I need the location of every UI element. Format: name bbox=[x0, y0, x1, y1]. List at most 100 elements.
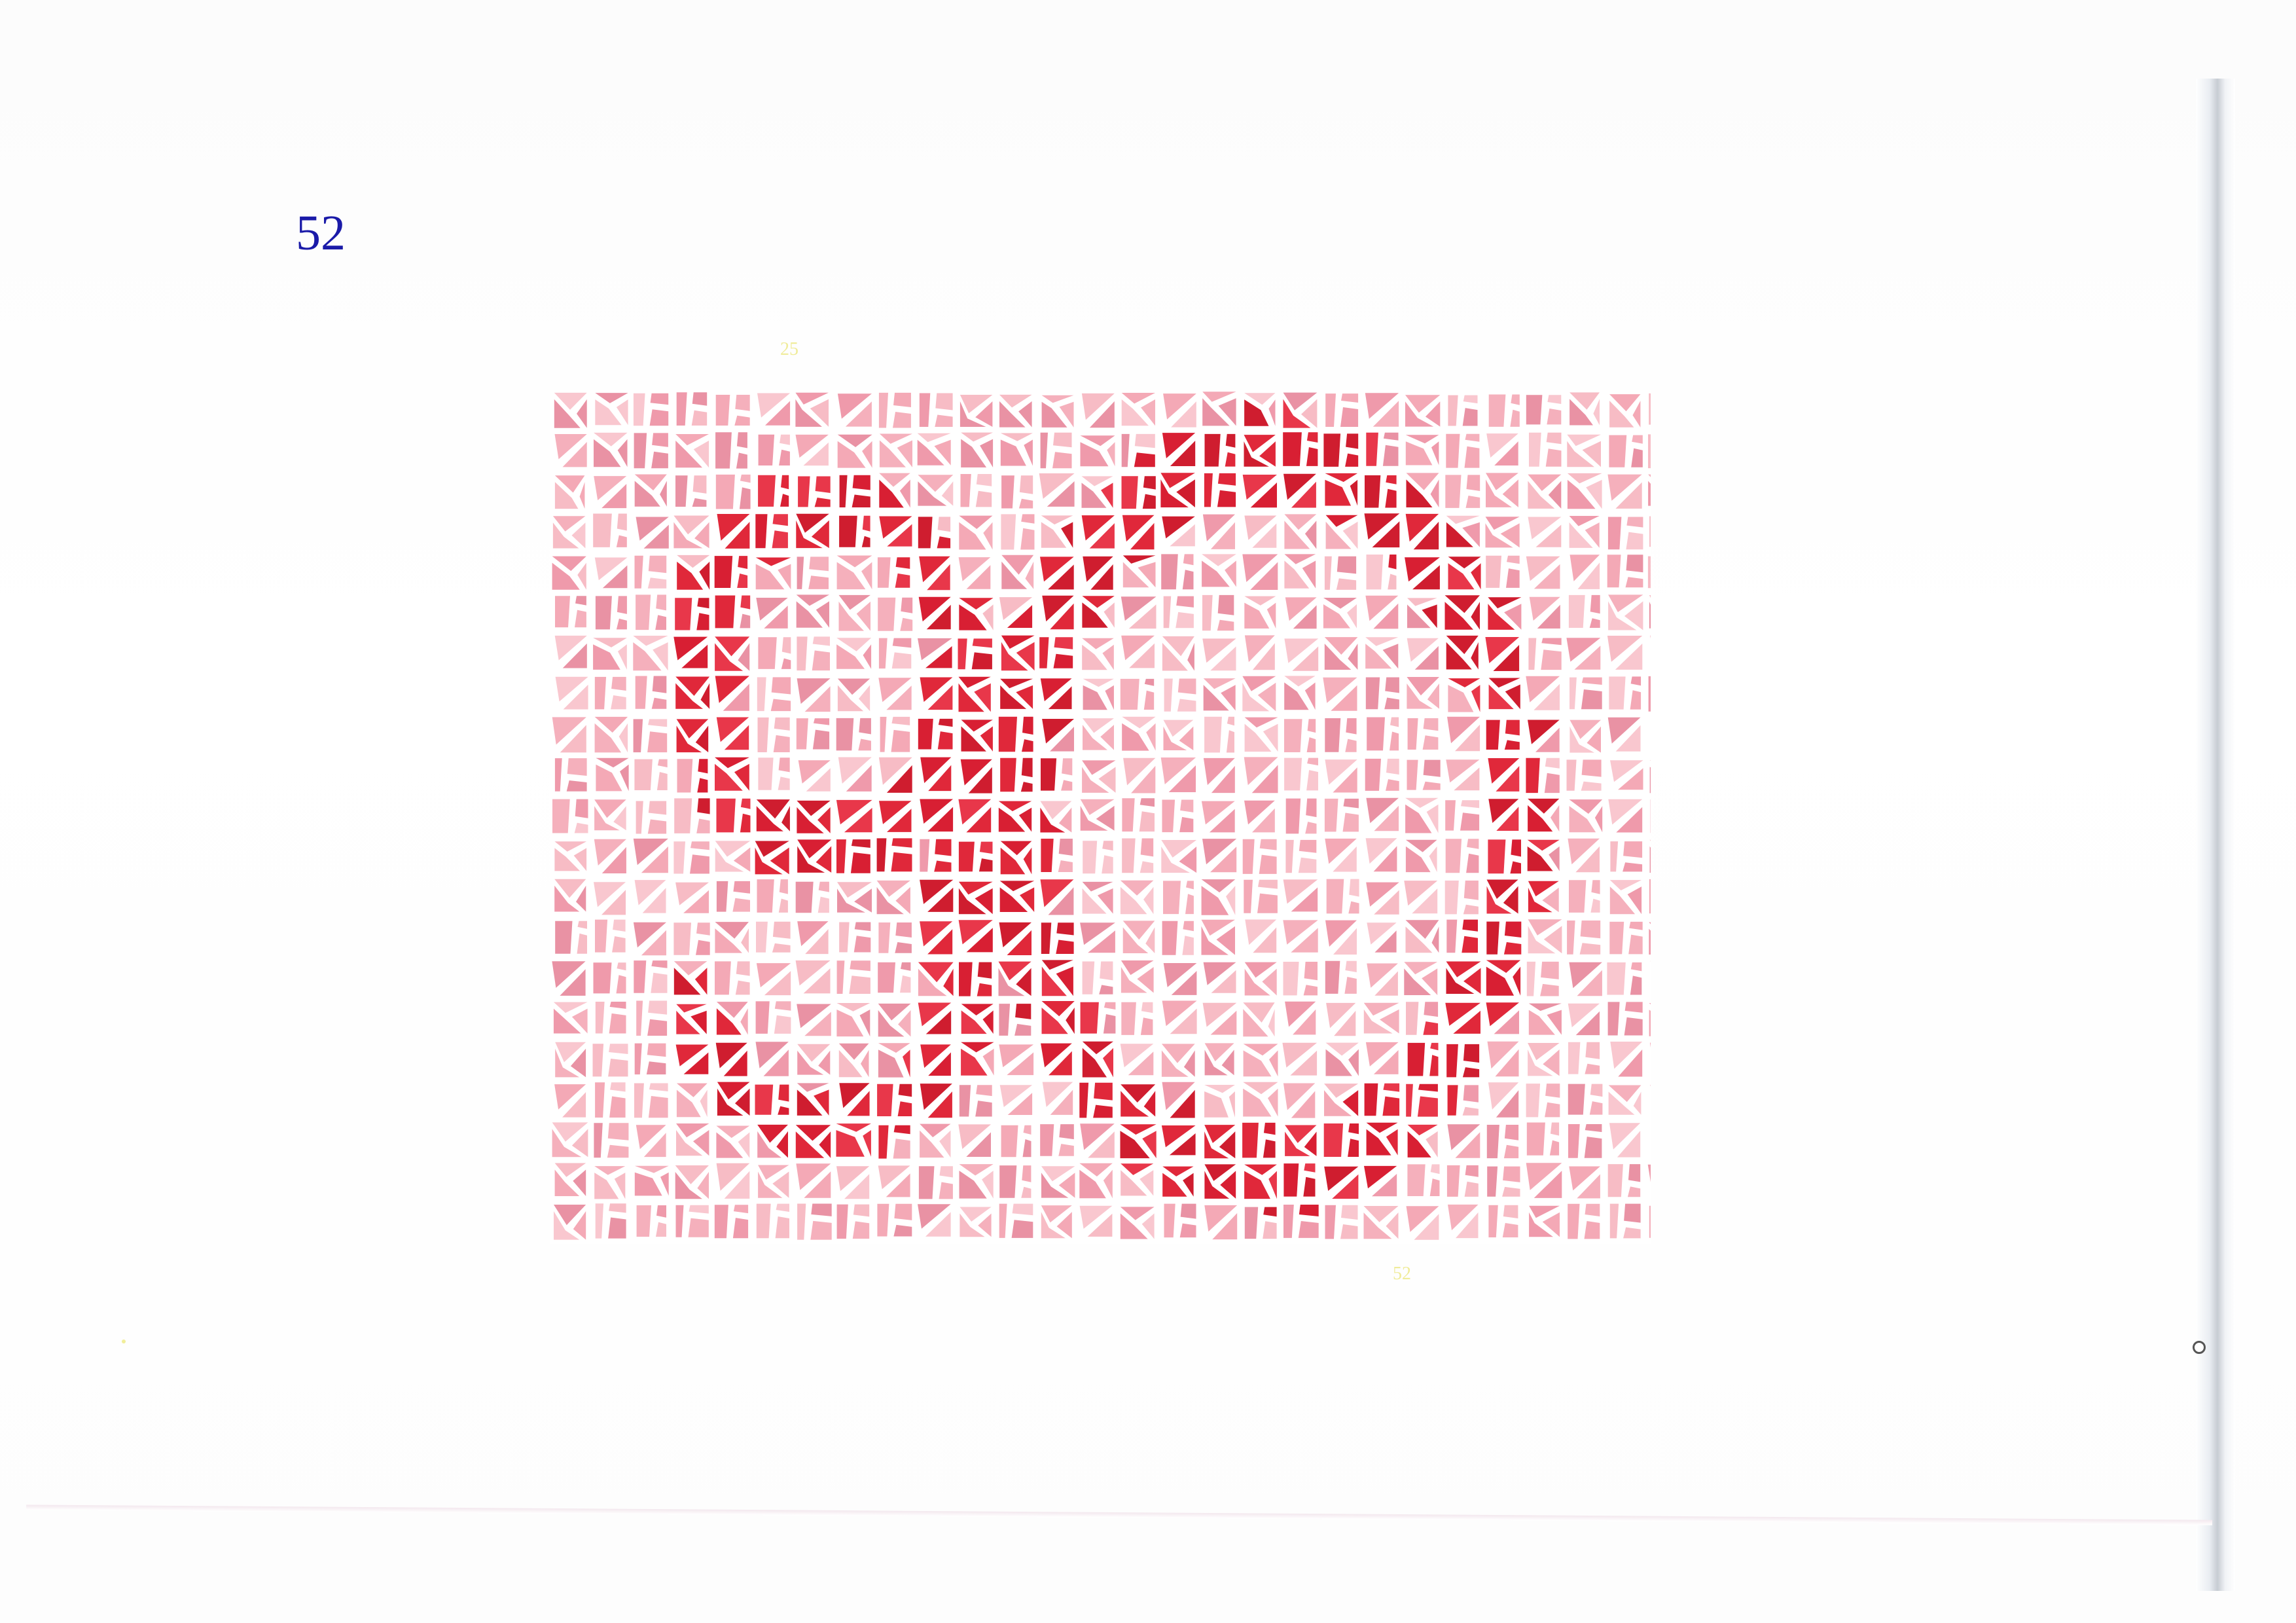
background-tile bbox=[975, 490, 992, 507]
background-tile bbox=[1040, 1124, 1054, 1156]
figure-tile bbox=[715, 595, 736, 629]
paper-bottom-fold bbox=[26, 1504, 2212, 1525]
background-tile bbox=[891, 729, 910, 752]
background-tile bbox=[1463, 881, 1479, 900]
figure-tile bbox=[1299, 1205, 1319, 1216]
background-tile bbox=[593, 513, 612, 547]
background-tile bbox=[1609, 676, 1626, 710]
background-tile bbox=[1179, 1223, 1196, 1238]
background-tile bbox=[617, 596, 627, 614]
background-tile bbox=[1585, 1203, 1600, 1216]
background-tile bbox=[878, 922, 891, 953]
figure-tile bbox=[697, 798, 710, 814]
background-tile bbox=[1242, 839, 1255, 874]
figure-tile bbox=[1021, 757, 1033, 778]
background-tile bbox=[812, 650, 830, 671]
figure-tile bbox=[1093, 1104, 1113, 1118]
figure-tile bbox=[1225, 433, 1236, 448]
figure-tile bbox=[1015, 1004, 1031, 1019]
background-tile bbox=[617, 513, 627, 531]
background-tile bbox=[1366, 555, 1384, 590]
background-tile bbox=[755, 1001, 770, 1034]
background-tile bbox=[652, 676, 667, 693]
background-tile bbox=[1541, 649, 1562, 670]
background-tile bbox=[1585, 1042, 1600, 1059]
background-tile bbox=[1580, 921, 1601, 939]
background-tile bbox=[770, 699, 791, 712]
background-tile bbox=[1529, 432, 1541, 467]
background-tile bbox=[1122, 838, 1136, 873]
background-tile bbox=[853, 1204, 870, 1217]
figure-tile bbox=[1463, 1044, 1480, 1063]
background-tile bbox=[1011, 1220, 1033, 1238]
background-tile bbox=[1012, 1203, 1033, 1216]
background-tile bbox=[635, 676, 647, 709]
background-tile bbox=[1385, 677, 1399, 693]
background-tile bbox=[647, 1043, 666, 1057]
background-tile bbox=[1591, 880, 1600, 894]
background-tile bbox=[1180, 799, 1194, 812]
background-tile bbox=[1649, 928, 1651, 955]
figure-tile bbox=[1446, 1044, 1458, 1078]
background-tile bbox=[636, 1205, 651, 1237]
figure-tile bbox=[862, 515, 870, 532]
background-tile bbox=[1445, 475, 1462, 508]
background-tile bbox=[715, 395, 730, 426]
figure-tile bbox=[1056, 939, 1074, 954]
background-tile bbox=[608, 1059, 628, 1077]
background-tile bbox=[901, 597, 913, 613]
background-tile bbox=[895, 922, 912, 938]
background-tile bbox=[1336, 556, 1357, 574]
background-tile bbox=[1340, 1224, 1358, 1239]
figure-tile bbox=[1041, 758, 1057, 791]
background-tile bbox=[1623, 841, 1643, 858]
background-tile bbox=[647, 1019, 668, 1036]
background-tile bbox=[736, 432, 747, 448]
background-tile bbox=[1014, 1023, 1031, 1036]
background-tile bbox=[809, 556, 829, 572]
background-tile bbox=[1325, 960, 1340, 994]
figure-tile bbox=[979, 841, 993, 854]
background-tile bbox=[1052, 452, 1072, 469]
background-tile bbox=[647, 819, 667, 834]
background-tile bbox=[778, 757, 790, 773]
background-tile bbox=[1386, 758, 1399, 775]
figure-tile bbox=[1094, 1082, 1113, 1101]
background-tile bbox=[1345, 960, 1357, 972]
background-tile bbox=[1526, 1084, 1541, 1118]
background-tile bbox=[1502, 1223, 1518, 1237]
background-tile bbox=[1342, 812, 1359, 832]
background-tile bbox=[634, 759, 653, 790]
background-tile bbox=[811, 1203, 832, 1216]
background-tile bbox=[877, 1203, 889, 1237]
figure-tile bbox=[1365, 475, 1381, 508]
dust-speck bbox=[122, 1340, 126, 1343]
background-tile bbox=[1299, 839, 1317, 853]
background-tile bbox=[1623, 1227, 1641, 1239]
background-tile bbox=[1649, 1010, 1651, 1036]
figure-tile bbox=[977, 962, 992, 979]
figure-tile bbox=[772, 530, 788, 549]
background-tile bbox=[1283, 962, 1299, 996]
background-tile bbox=[891, 652, 912, 669]
mosaic-plate-graphic bbox=[550, 390, 1651, 1244]
background-tile bbox=[893, 412, 911, 428]
background-tile bbox=[715, 961, 731, 995]
background-tile bbox=[1626, 555, 1643, 573]
background-tile bbox=[1568, 1203, 1580, 1239]
background-tile bbox=[1648, 676, 1651, 712]
background-tile bbox=[1463, 1085, 1479, 1103]
figure-tile bbox=[1366, 432, 1378, 466]
background-tile bbox=[1285, 798, 1301, 834]
background-tile bbox=[1384, 697, 1399, 710]
background-tile bbox=[648, 801, 667, 815]
background-tile bbox=[1122, 798, 1135, 832]
background-tile bbox=[781, 637, 791, 654]
figure-tile bbox=[971, 652, 992, 670]
background-tile bbox=[1466, 475, 1480, 491]
background-tile bbox=[1609, 435, 1627, 467]
background-tile bbox=[1139, 811, 1155, 832]
background-tile bbox=[1545, 1102, 1560, 1118]
background-tile bbox=[1022, 1165, 1031, 1182]
background-tile bbox=[772, 921, 791, 939]
